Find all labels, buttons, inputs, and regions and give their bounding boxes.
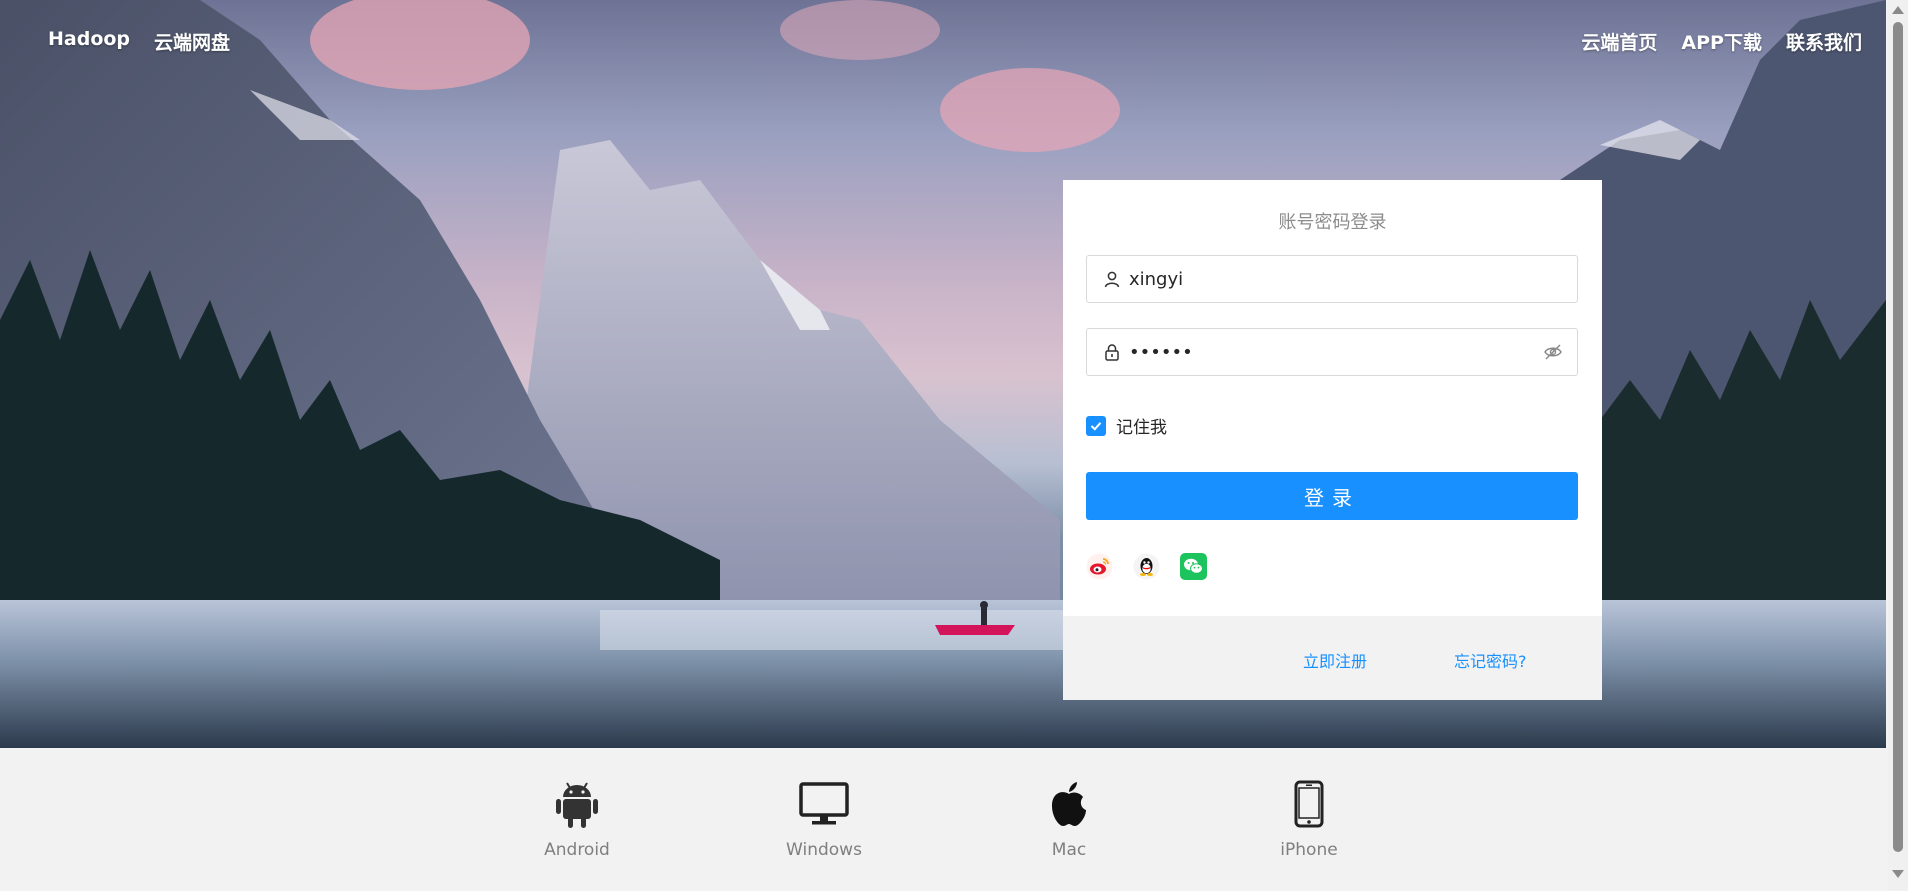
download-android-label: Android xyxy=(544,840,610,860)
qq-icon[interactable] xyxy=(1133,553,1160,580)
forgot-password-link[interactable]: 忘记密码? xyxy=(1454,648,1527,672)
vertical-scrollbar[interactable] xyxy=(1888,0,1908,891)
remember-checkbox[interactable] xyxy=(1086,415,1106,436)
apple-icon xyxy=(1043,778,1095,830)
card-footer: 立即注册 忘记密码? xyxy=(1063,616,1602,700)
download-windows[interactable]: Windows xyxy=(764,778,884,860)
nav-link-app-download[interactable]: APP下载 xyxy=(1681,28,1762,55)
top-nav-right: 云端首页 APP下载 联系我们 xyxy=(1581,28,1862,55)
nav-link-home[interactable]: 云端首页 xyxy=(1581,28,1657,55)
download-windows-label: Windows xyxy=(786,840,862,860)
username-field[interactable]: xingyi xyxy=(1086,255,1578,303)
password-value: •••••• xyxy=(1129,341,1193,363)
android-icon xyxy=(551,778,603,830)
download-android[interactable]: Android xyxy=(517,778,637,860)
eye-invisible-icon[interactable] xyxy=(1541,340,1565,364)
weibo-icon[interactable] xyxy=(1086,553,1113,580)
download-iphone[interactable]: iPhone xyxy=(1249,778,1369,860)
login-card: 账号密码登录 xingyi •••••• 记住我 登录 立即注册 忘记密码? xyxy=(1063,180,1602,700)
iphone-icon xyxy=(1283,778,1335,830)
user-icon xyxy=(1101,268,1123,290)
username-value: xingyi xyxy=(1129,268,1184,290)
social-login xyxy=(1086,553,1207,580)
remember-me[interactable]: 记住我 xyxy=(1086,413,1167,438)
mountain-lake-image xyxy=(0,0,1886,748)
hero-background: Hadoop 云端网盘 云端首页 APP下载 联系我们 账号密码登录 xingy… xyxy=(0,0,1886,748)
nav-link-contact[interactable]: 联系我们 xyxy=(1786,28,1862,55)
login-button[interactable]: 登录 xyxy=(1086,472,1578,520)
download-mac-label: Mac xyxy=(1051,840,1087,860)
lock-icon xyxy=(1101,341,1123,363)
download-bar: Android Windows Mac iPhone xyxy=(0,778,1886,891)
scroll-down-arrow-icon[interactable] xyxy=(1892,870,1904,878)
product-link[interactable]: 云端网盘 xyxy=(154,28,230,55)
top-nav-left: Hadoop 云端网盘 xyxy=(48,28,230,55)
login-title: 账号密码登录 xyxy=(1278,212,1387,233)
scroll-up-arrow-icon[interactable] xyxy=(1892,6,1904,14)
register-link[interactable]: 立即注册 xyxy=(1303,648,1367,672)
remember-label: 记住我 xyxy=(1116,418,1167,438)
scroll-thumb[interactable] xyxy=(1893,22,1903,852)
download-iphone-label: iPhone xyxy=(1280,840,1338,860)
wechat-icon[interactable] xyxy=(1180,553,1207,580)
password-field[interactable]: •••••• xyxy=(1086,328,1578,376)
windows-monitor-icon xyxy=(798,778,850,830)
download-mac[interactable]: Mac xyxy=(1009,778,1129,860)
brand-link[interactable]: Hadoop xyxy=(48,28,130,55)
